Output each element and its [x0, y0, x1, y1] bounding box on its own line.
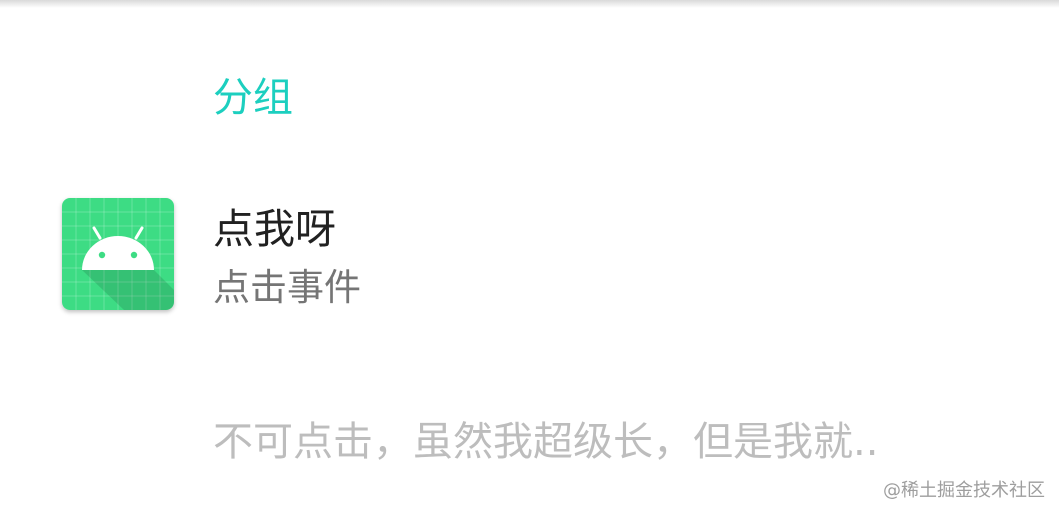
preference-category-title: 分组	[213, 75, 293, 121]
android-launcher-icon	[62, 198, 174, 310]
watermark: @稀土掘金技术社区	[883, 480, 1045, 501]
preference-item-summary: 点击事件	[213, 266, 361, 309]
top-shadow	[0, 0, 1059, 8]
preference-item-click-me[interactable]: 点我呀 点击事件	[0, 180, 1059, 330]
disabled-preference-title: 不可点击，虽然我超级长，但是我就..	[213, 419, 879, 465]
preference-item-title: 点我呀	[213, 205, 336, 253]
